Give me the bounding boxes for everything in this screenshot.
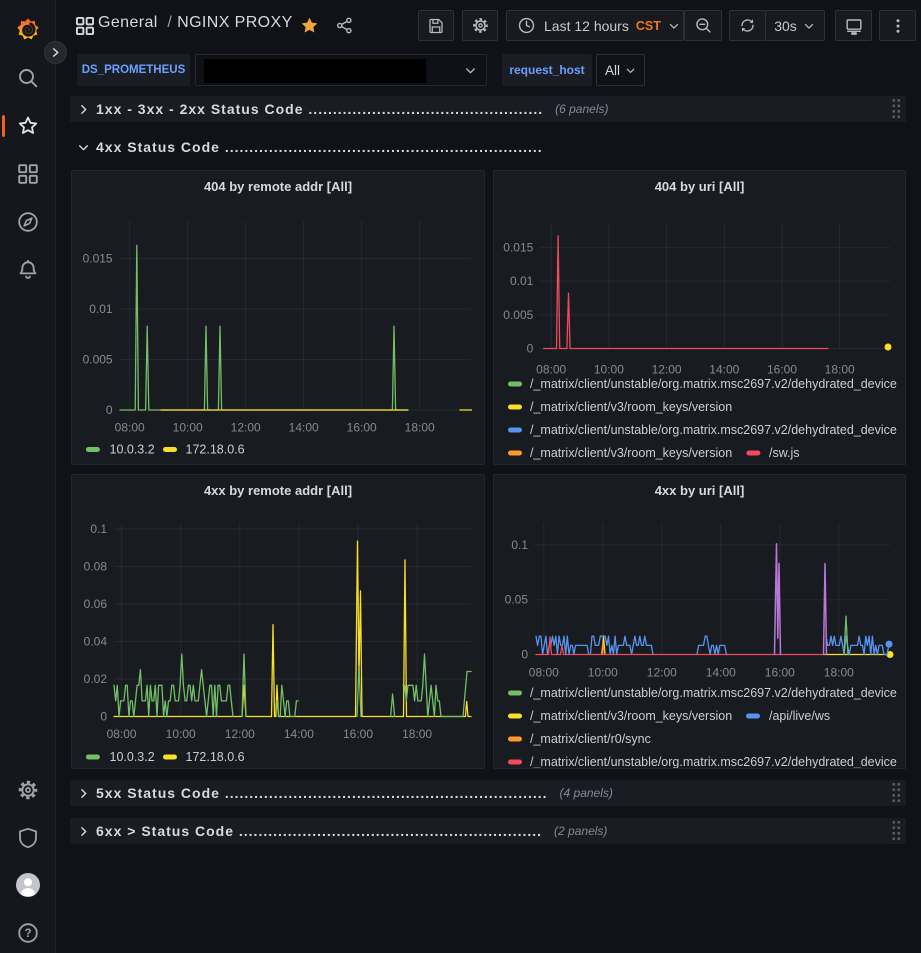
- svg-text:10.0.3.2: 10.0.3.2: [110, 750, 155, 764]
- svg-text:10:00: 10:00: [166, 727, 196, 741]
- svg-text:0.08: 0.08: [84, 560, 108, 574]
- svg-text:12:00: 12:00: [652, 363, 682, 377]
- svg-text:0.04: 0.04: [84, 635, 108, 649]
- svg-text:172.18.0.6: 172.18.0.6: [186, 443, 245, 457]
- svg-text:18:00: 18:00: [402, 727, 432, 741]
- svg-text:/sw.js: /sw.js: [769, 446, 800, 460]
- svg-text:10:00: 10:00: [594, 363, 624, 377]
- svg-text:08:00: 08:00: [529, 666, 559, 680]
- svg-text:18:00: 18:00: [405, 421, 435, 435]
- svg-text:18:00: 18:00: [825, 363, 855, 377]
- svg-text:/api/live/ws: /api/live/ws: [769, 709, 830, 723]
- svg-text:/_matrix/client/v3/room_keys/v: /_matrix/client/v3/room_keys/version: [530, 400, 732, 414]
- svg-text:10:00: 10:00: [588, 666, 618, 680]
- svg-text:16:00: 16:00: [343, 727, 373, 741]
- svg-text:08:00: 08:00: [115, 421, 145, 435]
- svg-text:0.05: 0.05: [505, 593, 529, 607]
- svg-text:10:00: 10:00: [173, 421, 203, 435]
- svg-text:18:00: 18:00: [824, 666, 854, 680]
- svg-text:0.02: 0.02: [84, 672, 108, 686]
- svg-text:/_matrix/client/unstable/org.m: /_matrix/client/unstable/org.matrix.msc2…: [530, 423, 897, 437]
- svg-text:16:00: 16:00: [767, 363, 797, 377]
- svg-text:12:00: 12:00: [225, 727, 255, 741]
- svg-text:0: 0: [521, 648, 528, 662]
- svg-text:0.005: 0.005: [83, 353, 113, 367]
- svg-text:0.1: 0.1: [90, 522, 107, 536]
- svg-text:?: ?: [24, 928, 31, 940]
- svg-text:12:00: 12:00: [231, 421, 261, 435]
- svg-text:0: 0: [527, 342, 534, 356]
- svg-text:16:00: 16:00: [765, 666, 795, 680]
- svg-text:0: 0: [106, 403, 113, 417]
- svg-text:/_matrix/client/unstable/org.m: /_matrix/client/unstable/org.matrix.msc2…: [530, 377, 897, 391]
- svg-text:/_matrix/client/unstable/org.m: /_matrix/client/unstable/org.matrix.msc2…: [530, 686, 897, 700]
- svg-text:14:00: 14:00: [289, 421, 319, 435]
- svg-text:172.18.0.6: 172.18.0.6: [186, 750, 245, 764]
- svg-text:10.0.3.2: 10.0.3.2: [110, 443, 155, 457]
- svg-text:14:00: 14:00: [709, 363, 739, 377]
- svg-text:/_matrix/client/r0/sync: /_matrix/client/r0/sync: [530, 732, 651, 746]
- svg-text:08:00: 08:00: [107, 727, 137, 741]
- svg-text:08:00: 08:00: [536, 363, 566, 377]
- svg-text:/_matrix/client/v3/room_keys/v: /_matrix/client/v3/room_keys/version: [530, 446, 732, 460]
- svg-text:/_matrix/client/unstable/org.m: /_matrix/client/unstable/org.matrix.msc2…: [530, 755, 897, 768]
- svg-text:0.1: 0.1: [511, 538, 528, 552]
- svg-text:16:00: 16:00: [347, 421, 377, 435]
- svg-text:0.01: 0.01: [89, 302, 113, 316]
- svg-text:14:00: 14:00: [706, 666, 736, 680]
- svg-text:0.015: 0.015: [83, 252, 113, 266]
- svg-text:/_matrix/client/v3/room_keys/v: /_matrix/client/v3/room_keys/version: [530, 709, 732, 723]
- svg-text:0.015: 0.015: [503, 240, 533, 254]
- svg-text:0.005: 0.005: [503, 308, 533, 322]
- svg-text:0.01: 0.01: [510, 274, 534, 288]
- svg-text:0: 0: [100, 710, 107, 724]
- svg-text:12:00: 12:00: [647, 666, 677, 680]
- svg-text:0.06: 0.06: [84, 597, 108, 611]
- svg-text:14:00: 14:00: [284, 727, 314, 741]
